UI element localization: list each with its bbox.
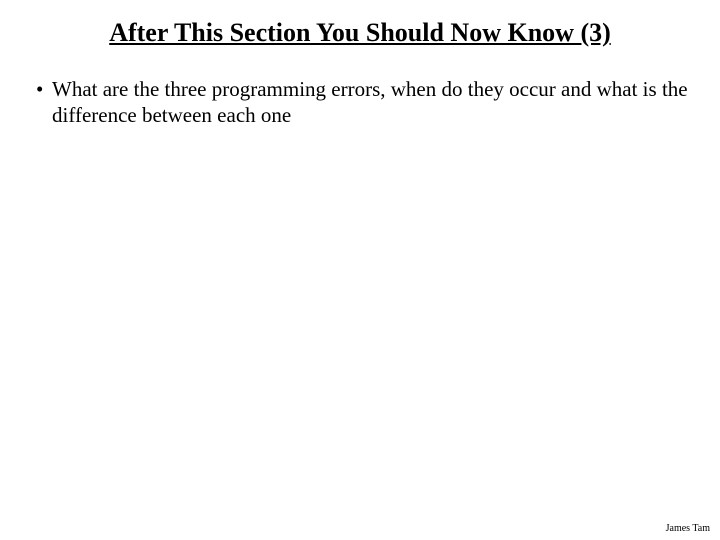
bullet-item: What are the three programming errors, w… <box>36 76 690 129</box>
slide-title: After This Section You Should Now Know (… <box>30 18 690 48</box>
bullet-list: What are the three programming errors, w… <box>30 76 690 129</box>
footer-author: James Tam <box>666 523 710 534</box>
slide-container: After This Section You Should Now Know (… <box>0 0 720 540</box>
